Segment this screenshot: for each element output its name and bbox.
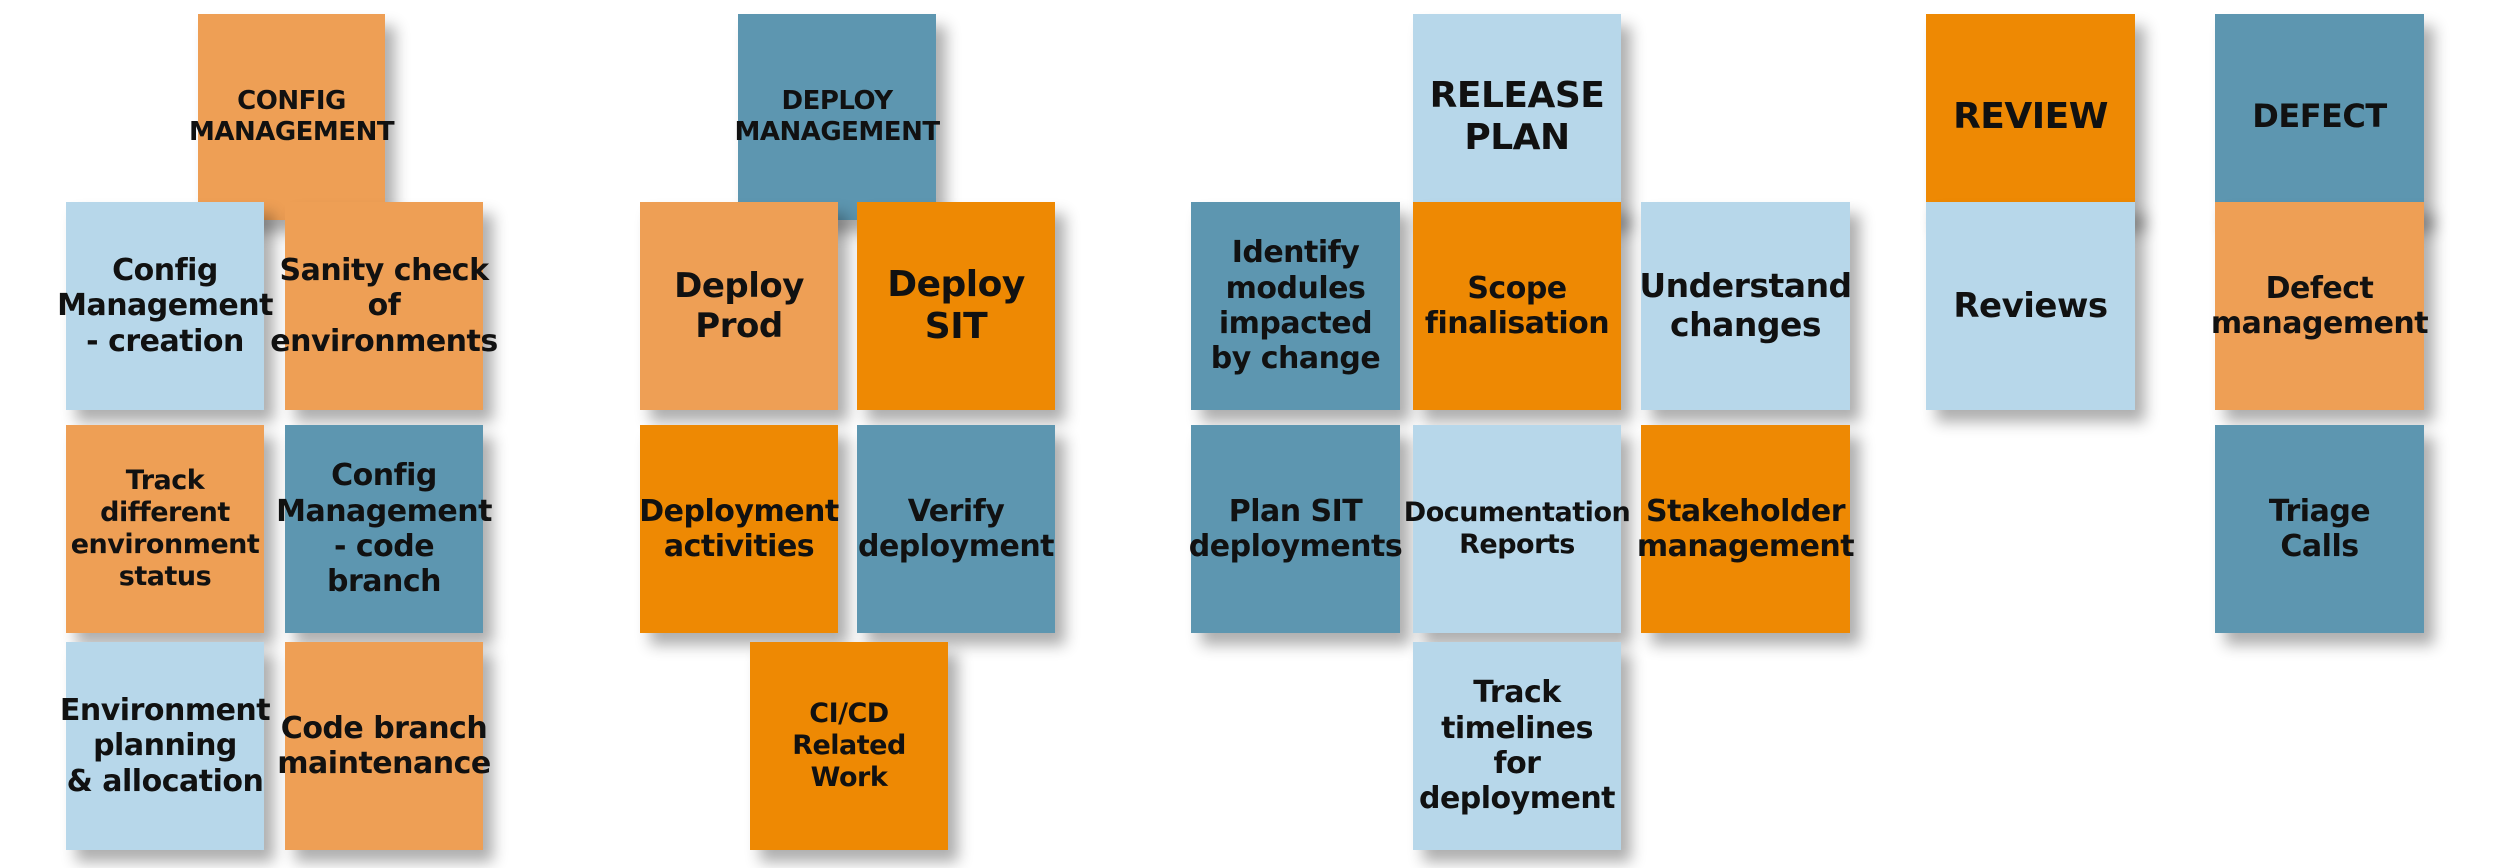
header-label: DEFECT bbox=[2252, 97, 2387, 136]
header-label: RELEASE PLAN bbox=[1429, 74, 1605, 158]
note-label: Config Management - creation bbox=[57, 252, 273, 359]
note-label: Track different environment status bbox=[70, 465, 260, 592]
note-label: Sanity check of environments bbox=[270, 252, 498, 359]
note-stakeholder-management: Stakeholder management bbox=[1637, 425, 1855, 633]
note-label: Identify modules impacted by change bbox=[1210, 235, 1381, 377]
note-label: Reviews bbox=[1953, 285, 2108, 326]
note-label: Deploy SIT bbox=[887, 263, 1025, 347]
note-label: Verify deployment bbox=[857, 493, 1055, 564]
note-cicd-related-work: CI/CD Related Work bbox=[750, 642, 948, 850]
note-identify-modules: Identify modules impacted by change bbox=[1191, 202, 1400, 410]
note-track-environment-status: Track different environment status bbox=[66, 425, 264, 633]
note-deploy-prod: Deploy Prod bbox=[640, 202, 838, 410]
header-label: DEPLOY MANAGEMENT bbox=[734, 86, 940, 147]
note-config-management-code-branch: Config Management - code branch bbox=[276, 425, 492, 633]
release-plan-header: RELEASE PLAN bbox=[1413, 14, 1621, 220]
note-label: Track timelines for deployment bbox=[1418, 675, 1616, 817]
note-label: Understand changes bbox=[1639, 266, 1852, 344]
note-verify-deployment: Verify deployment bbox=[857, 425, 1055, 633]
note-label: Deployment activities bbox=[639, 493, 839, 564]
note-label: Documentation Reports bbox=[1403, 497, 1631, 560]
note-config-management-creation: Config Management - creation bbox=[57, 202, 273, 410]
note-label: Code branch maintenance bbox=[277, 710, 491, 781]
note-defect-management: Defect management bbox=[2211, 202, 2429, 410]
note-label: CI/CD Related Work bbox=[792, 698, 906, 793]
header-label: CONFIG MANAGEMENT bbox=[188, 86, 395, 147]
note-sanity-check-environments: Sanity check of environments bbox=[270, 202, 498, 410]
note-understand-changes: Understand changes bbox=[1639, 202, 1852, 410]
note-reviews: Reviews bbox=[1926, 202, 2135, 410]
note-label: Config Management - code branch bbox=[276, 458, 492, 600]
deploy-management-header: DEPLOY MANAGEMENT bbox=[734, 14, 940, 220]
note-label: Plan SIT deployments bbox=[1188, 493, 1403, 564]
defect-header: DEFECT bbox=[2215, 14, 2424, 220]
review-header: REVIEW bbox=[1926, 14, 2135, 220]
note-label: Deploy Prod bbox=[674, 265, 804, 346]
config-management-header: CONFIG MANAGEMENT bbox=[189, 14, 395, 220]
note-triage-calls: Triage Calls bbox=[2215, 425, 2424, 633]
note-deploy-sit: Deploy SIT bbox=[857, 202, 1055, 410]
note-label: Stakeholder management bbox=[1636, 493, 1855, 564]
note-deployment-activities: Deployment activities bbox=[639, 425, 839, 633]
note-label: Defect management bbox=[2210, 270, 2429, 341]
header-label: REVIEW bbox=[1953, 95, 2108, 137]
note-label: Triage Calls bbox=[2268, 493, 2371, 564]
note-environment-planning: Environment planning & allocation bbox=[60, 642, 271, 850]
note-code-branch-maintenance: Code branch maintenance bbox=[277, 642, 491, 850]
note-documentation-reports: Documentation Reports bbox=[1404, 425, 1631, 633]
note-scope-finalisation: Scope finalisation bbox=[1413, 202, 1621, 410]
note-plan-sit-deployments: Plan SIT deployments bbox=[1188, 425, 1403, 633]
note-label: Scope finalisation bbox=[1424, 270, 1610, 341]
note-track-timelines: Track timelines for deployment bbox=[1413, 642, 1621, 850]
note-label: Environment planning & allocation bbox=[59, 692, 271, 799]
